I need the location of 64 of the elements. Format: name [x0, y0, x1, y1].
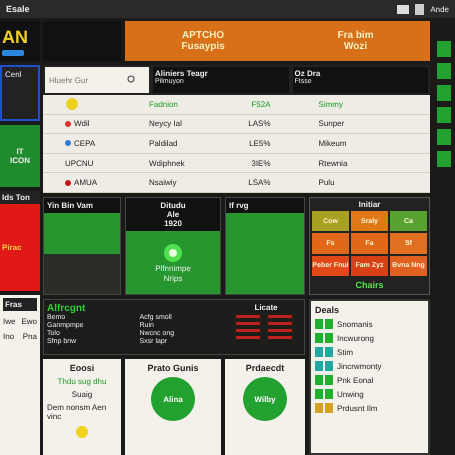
list-text: Pnk Eonal — [337, 376, 374, 384]
side-button[interactable] — [437, 63, 451, 79]
table-cell: 3IE% — [251, 158, 270, 168]
panel-title: Deals — [315, 305, 340, 315]
list-text: Prdusnt Ilm — [337, 404, 378, 412]
logo: AN — [0, 21, 40, 61]
side-button[interactable] — [437, 129, 451, 145]
table-cell: F52A — [251, 100, 270, 109]
side-panel: Cenl — [0, 65, 40, 121]
list-text: Incwurong — [337, 334, 374, 342]
table-cell: Nsaiwiy — [149, 178, 177, 188]
panel-card: If rvg — [225, 197, 305, 295]
panel-title: Ids Ton — [0, 191, 40, 204]
table-cell: LAS% — [248, 119, 270, 128]
panel-title: Initiar — [358, 200, 382, 209]
table-cell: LE5% — [249, 138, 270, 148]
list-text: Ewo — [21, 317, 37, 326]
table-cell: LSA% — [248, 178, 270, 188]
status-icon — [163, 242, 183, 262]
panel-title: Licate — [254, 303, 278, 312]
banner: APTCHO Fusaypis Fra bim Wozi — [125, 21, 430, 61]
summary-title: Alfrcgnt — [47, 303, 86, 314]
list-text: Stim — [337, 348, 353, 356]
user-name[interactable]: Ande — [430, 4, 449, 14]
sun-icon — [65, 97, 79, 112]
table-cell: Mikeum — [318, 138, 347, 148]
coin-icon — [75, 425, 89, 439]
app-title: Esale — [6, 4, 31, 14]
search-field[interactable]: Hluehr Gur — [45, 67, 149, 93]
table-cell: Pulu — [318, 178, 335, 188]
panel-footer: Chairs — [312, 278, 427, 292]
table-cell: Paldilad — [149, 138, 178, 148]
table-cell: Rtewnia — [318, 158, 348, 168]
table-cell: AMUA — [74, 178, 98, 188]
list-text: Ino — [3, 332, 14, 341]
mail-icon[interactable] — [397, 4, 410, 14]
info-card: Prdaecdt Wilby — [225, 359, 305, 455]
side-button[interactable] — [437, 85, 451, 101]
table-cell: Wdil — [74, 119, 90, 128]
list-text: Unwing — [337, 390, 364, 398]
side-tile[interactable]: IT ICON — [0, 125, 40, 187]
panel-card: Yin Bin Vam — [43, 197, 121, 295]
search-icon[interactable] — [127, 75, 135, 83]
list-text: Pna — [22, 332, 37, 341]
info-card: Prato Gunis Alina — [125, 359, 221, 455]
table-cell: UPCNU — [65, 158, 94, 168]
panel-header: Ditudu Ale 1920 — [126, 198, 220, 231]
panel-card: Plfnnimpe Nrips — [126, 231, 220, 294]
list-text: Snomanis — [337, 320, 373, 328]
table-cell: CEPA — [74, 138, 96, 148]
alert-panel: Pirac — [0, 204, 40, 291]
side-button[interactable] — [437, 107, 451, 123]
table-cell: Neycy Ial — [149, 119, 182, 128]
side-button[interactable] — [437, 41, 451, 57]
info-card: Eoosi Thdu sug dhu Suaig Dem nonsm Aen vinc — [43, 359, 121, 455]
table-cell: Wdiphnek — [149, 158, 185, 168]
table-cell: Sunper — [318, 119, 344, 128]
table-cell: Fadnion — [149, 100, 178, 109]
panel-title: Fras — [3, 298, 37, 311]
side-button[interactable] — [437, 151, 451, 167]
list-text: Iwe — [3, 317, 16, 326]
list-text: Jincrwmonty — [337, 362, 382, 370]
table-cell: Simmy — [318, 100, 343, 109]
file-icon[interactable] — [415, 4, 424, 14]
